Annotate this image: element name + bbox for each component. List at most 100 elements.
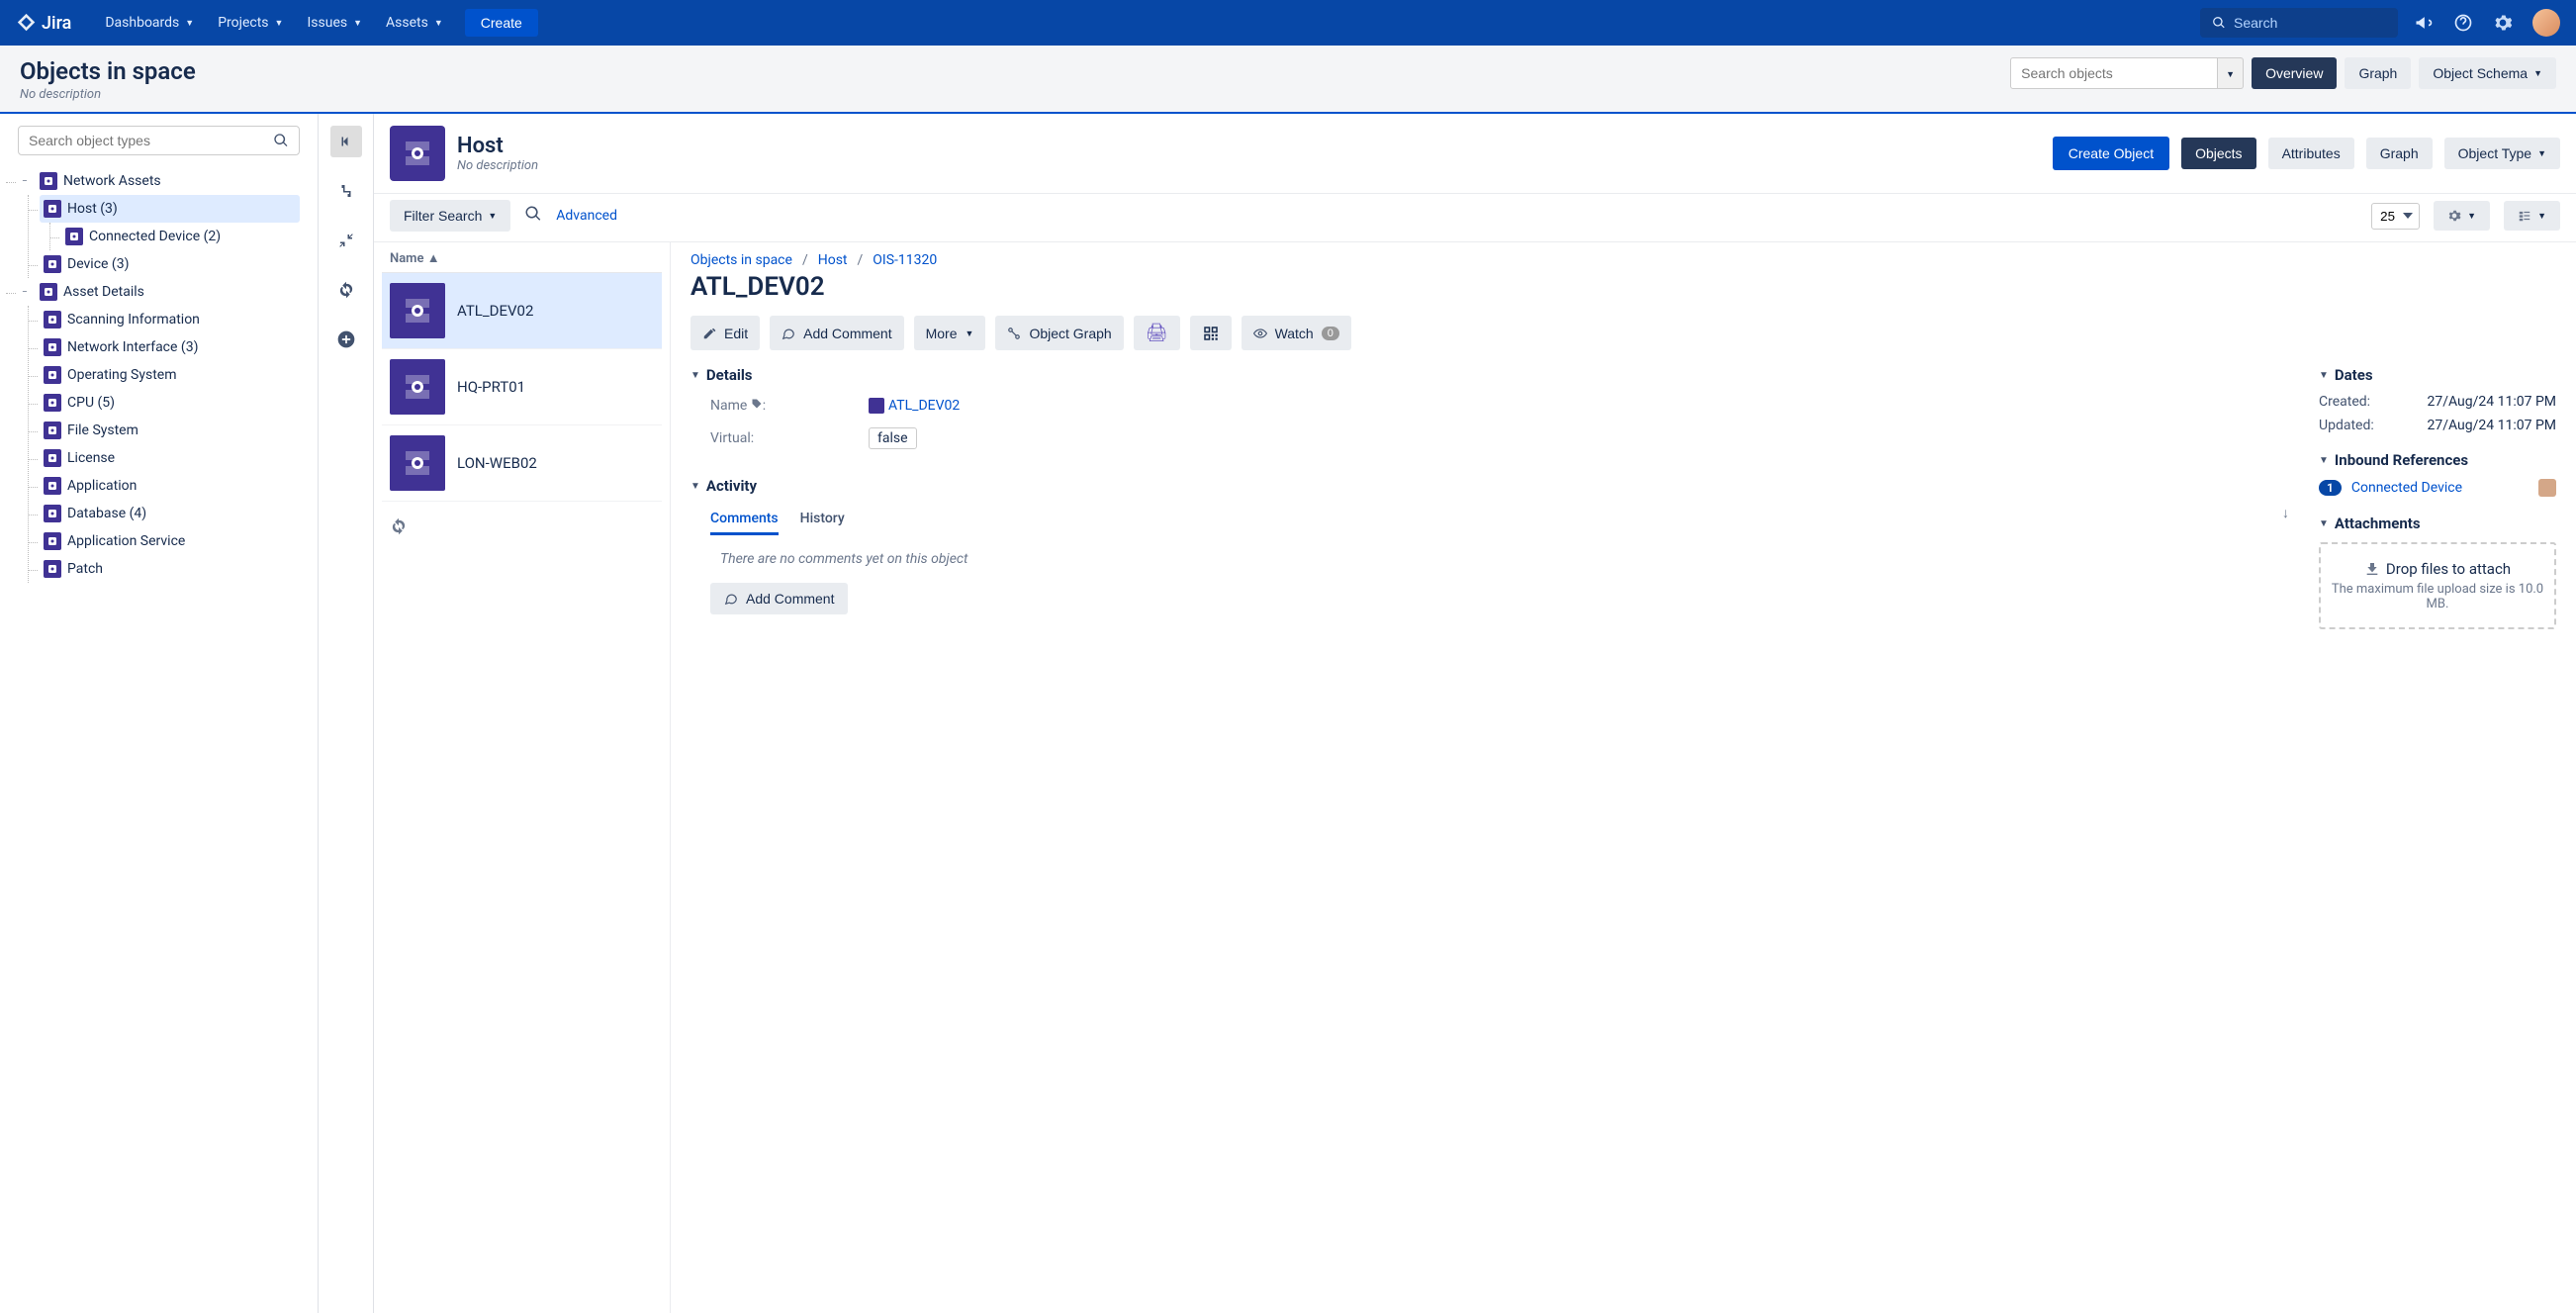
- watch-button[interactable]: Watch0: [1242, 316, 1351, 350]
- object-type-icon: [390, 126, 445, 181]
- global-search-input[interactable]: [2234, 15, 2386, 31]
- tab-graph[interactable]: Graph: [2366, 138, 2433, 169]
- no-comments-text: There are no comments yet on this object: [720, 551, 2289, 567]
- tree-network-assets[interactable]: −Network Assets: [18, 167, 300, 195]
- main-content: Host No description Create Object Object…: [374, 114, 2576, 1313]
- jira-logo[interactable]: Jira: [16, 12, 71, 34]
- print-button[interactable]: 🖨: [1134, 316, 1180, 350]
- tree-application[interactable]: Application: [40, 472, 300, 500]
- tree-scanning-info[interactable]: Scanning Information: [40, 306, 300, 333]
- split-view: Name ▲ ATL_DEV02 HQ-PRT01 LON-WEB02: [374, 241, 2576, 1313]
- view-mode-button[interactable]: ▼: [2504, 201, 2560, 231]
- compress-icon[interactable]: [330, 225, 362, 256]
- inbound-section: ▼Inbound References 1 Connected Device: [2319, 451, 2556, 497]
- tree-host[interactable]: Host (3): [40, 195, 300, 223]
- list-item[interactable]: LON-WEB02: [382, 425, 662, 502]
- name-value[interactable]: ATL_DEV02: [869, 398, 960, 414]
- top-nav: Jira Dashboards▼ Projects▼ Issues▼ Asset…: [0, 0, 2576, 46]
- qr-button[interactable]: [1190, 316, 1232, 350]
- jira-logo-text: Jira: [42, 13, 71, 34]
- dates-section: ▼Dates Created:27/Aug/24 11:07 PM Update…: [2319, 366, 2556, 433]
- help-icon[interactable]: [2453, 13, 2473, 33]
- tab-attributes[interactable]: Attributes: [2268, 138, 2354, 169]
- user-avatar[interactable]: [2532, 9, 2560, 37]
- tree-asset-details[interactable]: −Asset Details: [18, 278, 300, 306]
- tab-object-type[interactable]: Object Type▼: [2444, 138, 2560, 169]
- object-schema-button[interactable]: Object Schema▼: [2419, 57, 2556, 89]
- tree-network-interface[interactable]: Network Interface (3): [40, 333, 300, 361]
- inbound-link[interactable]: Connected Device: [2351, 480, 2462, 496]
- activity-section: ▼Activity Comments History ↓ There are n…: [690, 477, 2289, 614]
- tab-history[interactable]: History: [800, 505, 845, 535]
- breadcrumb-type[interactable]: Host: [818, 252, 848, 268]
- body: −Network Assets Host (3) Connected Devic…: [0, 114, 2576, 1313]
- action-bar: Edit Add Comment More▼ Object Graph 🖨 Wa…: [690, 316, 2556, 350]
- qr-icon: [1202, 325, 1220, 342]
- sort-icon[interactable]: ↓: [2282, 505, 2289, 535]
- tab-comments[interactable]: Comments: [710, 505, 779, 535]
- add-comment-bottom-button[interactable]: Add Comment: [710, 583, 848, 614]
- add-comment-button[interactable]: Add Comment: [770, 316, 903, 350]
- collapse-sidebar-icon[interactable]: [330, 126, 362, 157]
- object-type-tree: −Network Assets Host (3) Connected Devic…: [18, 167, 300, 583]
- mini-toolbar: [319, 114, 374, 1313]
- details-section: ▼Details Name : ATL_DEV02 Virtual: false: [690, 366, 2289, 459]
- gear-button[interactable]: ▼: [2434, 201, 2490, 231]
- edit-button[interactable]: Edit: [690, 316, 760, 350]
- more-button[interactable]: More▼: [914, 316, 986, 350]
- filter-search-icon[interactable]: [524, 205, 542, 227]
- updated-value: 27/Aug/24 11:07 PM: [2427, 418, 2556, 433]
- overview-button[interactable]: Overview: [2252, 57, 2337, 89]
- create-button[interactable]: Create: [465, 9, 538, 37]
- tree-file-system[interactable]: File System: [40, 417, 300, 444]
- search-objects-input[interactable]: [2010, 57, 2218, 89]
- breadcrumb-schema[interactable]: Objects in space: [690, 252, 792, 268]
- hierarchy-icon[interactable]: [330, 175, 362, 207]
- list-item-name: LON-WEB02: [457, 454, 537, 472]
- breadcrumb-key[interactable]: OIS-11320: [873, 252, 937, 268]
- object-type-desc: No description: [457, 158, 538, 173]
- advanced-link[interactable]: Advanced: [556, 208, 617, 224]
- nav-dashboards[interactable]: Dashboards▼: [95, 9, 204, 37]
- object-graph-button[interactable]: Object Graph: [995, 316, 1123, 350]
- list-item[interactable]: ATL_DEV02: [382, 273, 662, 349]
- attachment-dropzone[interactable]: Drop files to attach The maximum file up…: [2319, 542, 2556, 629]
- tab-objects[interactable]: Objects: [2181, 138, 2255, 169]
- filter-bar: Filter Search▼ Advanced 25 ▼ ▼: [374, 193, 2576, 241]
- list-item-name: HQ-PRT01: [457, 378, 525, 396]
- megaphone-icon[interactable]: [2414, 13, 2434, 33]
- attachments-section: ▼Attachments Drop files to attach The ma…: [2319, 515, 2556, 629]
- filter-search-button[interactable]: Filter Search▼: [390, 200, 510, 232]
- tree-device[interactable]: Device (3): [40, 250, 300, 278]
- upload-icon: [2364, 561, 2380, 577]
- sidebar: −Network Assets Host (3) Connected Devic…: [0, 114, 319, 1313]
- nav-issues[interactable]: Issues▼: [297, 9, 372, 37]
- global-search[interactable]: [2200, 8, 2398, 38]
- nav-assets[interactable]: Assets▼: [376, 9, 453, 37]
- list-item[interactable]: HQ-PRT01: [382, 349, 662, 425]
- content-header: Host No description Create Object Object…: [374, 114, 2576, 193]
- sidebar-search[interactable]: [18, 126, 300, 155]
- tree-connected-device[interactable]: Connected Device (2): [61, 223, 300, 250]
- tree-database[interactable]: Database (4): [40, 500, 300, 527]
- tree-patch[interactable]: Patch: [40, 555, 300, 583]
- object-list: Name ▲ ATL_DEV02 HQ-PRT01 LON-WEB02: [374, 242, 671, 1313]
- sidebar-search-input[interactable]: [29, 133, 273, 148]
- search-objects-dropdown[interactable]: ▼: [2218, 57, 2244, 89]
- sync-icon[interactable]: [330, 274, 362, 306]
- tag-icon: [751, 398, 763, 410]
- list-column-name[interactable]: Name ▲: [382, 242, 662, 273]
- page-size-select[interactable]: 25: [2371, 203, 2420, 230]
- tree-license[interactable]: License: [40, 444, 300, 472]
- object-title: ATL_DEV02: [690, 272, 2556, 302]
- refresh-icon[interactable]: [382, 502, 662, 555]
- graph-button[interactable]: Graph: [2345, 57, 2411, 89]
- search-icon: [273, 133, 289, 148]
- tree-app-service[interactable]: Application Service: [40, 527, 300, 555]
- tree-os[interactable]: Operating System: [40, 361, 300, 389]
- settings-icon[interactable]: [2493, 13, 2513, 33]
- tree-cpu[interactable]: CPU (5): [40, 389, 300, 417]
- add-icon[interactable]: [330, 324, 362, 355]
- create-object-button[interactable]: Create Object: [2053, 137, 2169, 170]
- nav-projects[interactable]: Projects▼: [208, 9, 293, 37]
